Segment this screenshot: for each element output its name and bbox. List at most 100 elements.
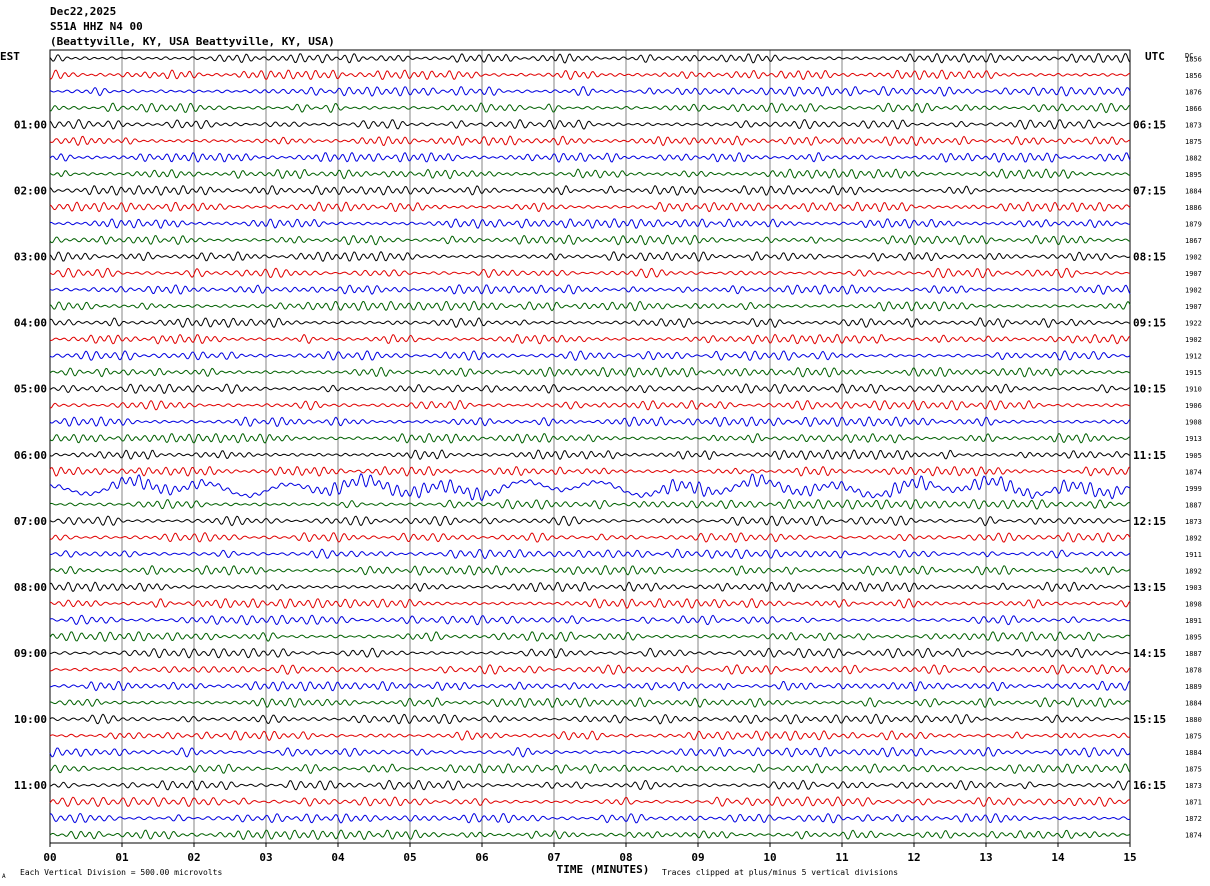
trace-line — [49, 548, 1131, 560]
trace-line — [49, 829, 1131, 841]
dc-offset-label: 1880 — [1185, 716, 1202, 724]
x-tick-label: 06 — [475, 851, 489, 864]
dc-offset-label: 1999 — [1185, 485, 1202, 493]
dc-offset-label: 1915 — [1185, 369, 1202, 377]
dc-offset-label: 1905 — [1185, 452, 1202, 460]
left-hour-label: 09:00 — [14, 647, 47, 660]
dc-offset-label: 1902 — [1185, 287, 1202, 295]
dc-offset-label: 1884 — [1185, 187, 1202, 195]
trace-line — [49, 473, 1131, 502]
left-hour-label: 07:00 — [14, 515, 47, 528]
trace-line — [49, 234, 1131, 246]
trace-line — [49, 614, 1131, 626]
dc-offset-label: 1906 — [1185, 402, 1202, 410]
footer-clip-note: Traces clipped at plus/minus 5 vertical … — [662, 868, 898, 877]
trace-line — [49, 284, 1131, 295]
right-hour-label: 14:15 — [1133, 647, 1166, 660]
dc-offset-label: 1907 — [1185, 270, 1202, 278]
left-hour-label: 04:00 — [14, 317, 47, 330]
trace-line — [49, 119, 1131, 130]
footer-scale-note: Each Vertical Division = 500.00 microvol… — [20, 868, 222, 877]
trace-line — [49, 267, 1131, 279]
x-tick-label: 13 — [979, 851, 992, 864]
trace-line — [49, 168, 1131, 180]
dc-offset-label: 1902 — [1185, 254, 1202, 262]
dc-offset-label: 1873 — [1185, 518, 1202, 526]
trace-line — [49, 102, 1131, 114]
trace-line — [49, 598, 1131, 609]
trace-line — [49, 713, 1131, 725]
trace-line — [49, 218, 1130, 229]
dc-offset-label: 1892 — [1185, 534, 1202, 542]
x-tick-label: 12 — [907, 851, 920, 864]
dc-offset-label: 1878 — [1185, 667, 1202, 675]
dc-offset-label: 1876 — [1185, 88, 1202, 96]
left-hour-label: 10:00 — [14, 713, 47, 726]
dc-offset-label: 1872 — [1185, 815, 1202, 823]
trace-line — [49, 317, 1131, 329]
trace-line — [49, 812, 1131, 824]
dc-offset-label: 1879 — [1185, 220, 1202, 228]
trace-line — [49, 763, 1131, 775]
x-tick-label: 09 — [691, 851, 704, 864]
dc-offset-label: 1886 — [1185, 204, 1202, 212]
x-tick-label: 10 — [763, 851, 776, 864]
dc-offset-label: 1891 — [1185, 617, 1202, 625]
corner-mark: A — [2, 873, 6, 880]
dc-offset-label: 1910 — [1185, 386, 1202, 394]
dc-offset-label: 1922 — [1185, 320, 1202, 328]
trace-line — [49, 383, 1131, 395]
trace-line — [49, 85, 1131, 97]
dc-offset-label: 1902 — [1185, 336, 1202, 344]
trace-line — [49, 300, 1131, 312]
trace-line — [49, 69, 1131, 81]
trace-line — [49, 730, 1131, 742]
x-tick-label: 15 — [1123, 851, 1136, 864]
right-hour-label: 15:15 — [1133, 713, 1166, 726]
left-hour-label: 11:00 — [14, 779, 47, 792]
right-hour-label: 16:15 — [1133, 779, 1166, 792]
left-hour-label: 08:00 — [14, 581, 47, 594]
plot-frame — [49, 49, 1131, 844]
x-tick-label: 05 — [403, 851, 416, 864]
trace-line — [49, 251, 1131, 262]
dc-offset-label: 1903 — [1185, 584, 1202, 592]
trace-line — [49, 184, 1131, 196]
dc-offset-label: 1866 — [1185, 105, 1202, 113]
trace-line — [49, 499, 1131, 510]
dc-offset-label: 1875 — [1185, 733, 1202, 741]
dc-offset-label: 1873 — [1185, 782, 1202, 790]
x-tick-label: 01 — [115, 851, 129, 864]
dc-offset-label: 1895 — [1185, 171, 1202, 179]
trace-line — [49, 647, 1131, 659]
trace-line — [49, 135, 1131, 147]
trace-line — [49, 52, 1131, 64]
trace-line — [49, 350, 1131, 362]
x-tick-label: 11 — [835, 851, 849, 864]
trace-line — [49, 796, 1131, 808]
trace-line — [49, 631, 1131, 642]
trace-line — [50, 697, 1131, 708]
trace-line — [49, 746, 1131, 758]
trace-line — [49, 151, 1131, 163]
left-hour-label: 06:00 — [14, 449, 47, 462]
dc-column-label: DC — [1185, 52, 1193, 60]
trace-line — [49, 565, 1131, 576]
x-tick-label: 03 — [259, 851, 272, 864]
dc-offset-label: 1874 — [1185, 832, 1202, 840]
dc-offset-label: 1889 — [1185, 683, 1202, 691]
x-axis-label: TIME (MINUTES) — [557, 863, 650, 876]
right-hour-label: 12:15 — [1133, 515, 1166, 528]
trace-line — [49, 779, 1131, 791]
trace-line — [49, 432, 1131, 444]
dc-offset-label: 1871 — [1185, 799, 1202, 807]
left-hour-label: 02:00 — [14, 184, 47, 197]
left-timezone-label: EST — [0, 50, 20, 63]
x-tick-label: 14 — [1051, 851, 1065, 864]
dc-offset-label: 1895 — [1185, 633, 1202, 641]
x-tick-label: 02 — [187, 851, 200, 864]
dc-offset-label: 1884 — [1185, 700, 1202, 708]
dc-offset-label: 1912 — [1185, 353, 1202, 361]
trace-line — [50, 399, 1131, 411]
dc-offset-label: 1911 — [1185, 551, 1202, 559]
